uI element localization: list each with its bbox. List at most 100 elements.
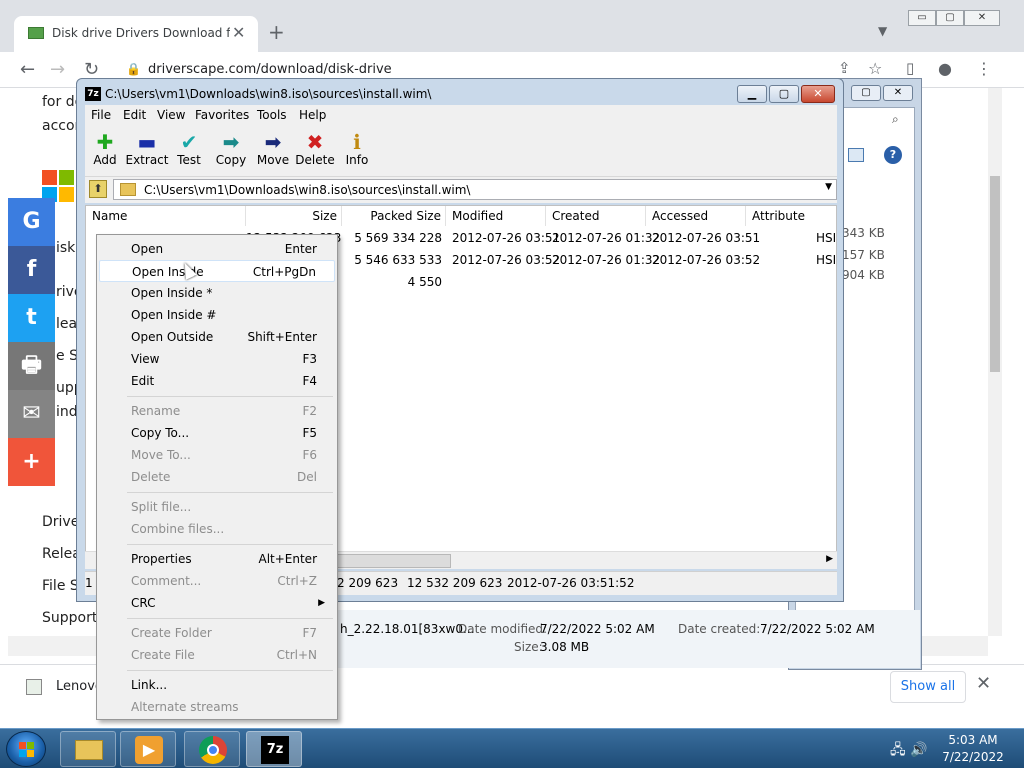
facebook-share-button[interactable]: f bbox=[8, 246, 55, 294]
column-header-name[interactable]: Name bbox=[86, 206, 246, 226]
status-size: 2 209 623 bbox=[337, 576, 399, 590]
share-icon[interactable]: ⇪ bbox=[838, 59, 851, 77]
taskbar-media-player[interactable]: ▶ bbox=[120, 731, 176, 767]
menu-separator bbox=[127, 544, 333, 545]
explorer-maximize-button[interactable]: ▢ bbox=[851, 85, 881, 101]
show-all-downloads-button[interactable]: Show all bbox=[890, 671, 966, 703]
menu-item-rename[interactable]: Rename F2 bbox=[99, 400, 335, 422]
bookmark-star-icon[interactable]: ☆ bbox=[868, 59, 882, 78]
tool-info-button[interactable]: ℹ Info bbox=[335, 131, 379, 167]
column-header-packed-size[interactable]: Packed Size bbox=[342, 206, 446, 226]
column-header-attribute[interactable]: Attribute bbox=[746, 206, 836, 226]
more-share-button[interactable]: + bbox=[8, 438, 55, 486]
menu-view[interactable]: View bbox=[157, 108, 185, 122]
google-share-button[interactable]: G bbox=[8, 198, 55, 246]
move-icon: ➡ bbox=[264, 130, 282, 154]
menu-item-properties[interactable]: Properties Alt+Enter bbox=[99, 548, 335, 570]
side-panel-icon[interactable]: ▯ bbox=[906, 59, 914, 77]
menu-item-view[interactable]: View F3 bbox=[99, 348, 335, 370]
address-bar-url[interactable]: driverscape.com/download/disk-drive bbox=[148, 62, 392, 77]
menu-item-crc[interactable]: CRC ▶ bbox=[99, 592, 335, 614]
close-button[interactable]: ✕ bbox=[801, 85, 835, 103]
new-tab-button[interactable]: + bbox=[268, 20, 285, 44]
column-header-size[interactable]: Size bbox=[246, 206, 342, 226]
maximize-button[interactable]: ▢ bbox=[769, 85, 799, 103]
clock-date[interactable]: 7/22/2022 bbox=[942, 750, 1004, 764]
minimize-button[interactable]: ▁ bbox=[737, 85, 767, 103]
menu-item-open-inside[interactable]: Open Inside * bbox=[99, 282, 335, 304]
column-header-modified[interactable]: Modified bbox=[446, 206, 546, 226]
menu-item-link[interactable]: Link... bbox=[99, 674, 335, 696]
tab-close-icon[interactable]: ✕ bbox=[232, 23, 245, 42]
browser-tab[interactable]: Disk drive Drivers Download for ✕ bbox=[14, 16, 258, 52]
menu-item-combine-files[interactable]: Combine files... bbox=[99, 518, 335, 540]
menu-item-open-inside[interactable]: Open Inside # bbox=[99, 304, 335, 326]
tool-add-button[interactable]: ✚ Add bbox=[83, 131, 127, 167]
help-icon[interactable]: ? bbox=[884, 146, 902, 164]
taskbar-chrome[interactable] bbox=[184, 731, 240, 767]
folder-icon bbox=[75, 740, 103, 760]
page-scroll-thumb[interactable] bbox=[990, 176, 1000, 372]
menu-item-create-folder[interactable]: Create Folder F7 bbox=[99, 622, 335, 644]
page-vertical-scrollbar[interactable] bbox=[988, 88, 1002, 636]
search-icon[interactable]: ⌕ bbox=[892, 112, 899, 127]
tray-network-volume-icons[interactable]: 🖧 🔊 bbox=[890, 739, 928, 763]
back-arrow-icon[interactable]: ← bbox=[20, 59, 35, 80]
menu-item-label: Edit bbox=[131, 374, 155, 388]
menu-edit[interactable]: Edit bbox=[123, 108, 146, 122]
menu-item-open-inside[interactable]: Open Inside Ctrl+PgDn bbox=[99, 260, 335, 282]
print-share-button[interactable]: 🖶 bbox=[8, 342, 55, 390]
twitter-share-button[interactable]: t bbox=[8, 294, 55, 342]
menu-tools[interactable]: Tools bbox=[257, 108, 287, 122]
tool-extract-button[interactable]: ▬ Extract bbox=[125, 131, 169, 167]
tool-label: Info bbox=[345, 153, 369, 167]
tool-test-button[interactable]: ✔ Test bbox=[167, 131, 211, 167]
tool-move-button[interactable]: ➡ Move bbox=[251, 131, 295, 167]
taskbar-file-explorer[interactable] bbox=[60, 731, 116, 767]
start-button[interactable] bbox=[6, 731, 46, 767]
menu-file[interactable]: File bbox=[91, 108, 111, 122]
column-header-accessed[interactable]: Accessed bbox=[646, 206, 746, 226]
taskbar-7zip[interactable]: 7z bbox=[246, 731, 302, 767]
menu-item-copy-to[interactable]: Copy To... F5 bbox=[99, 422, 335, 444]
preview-pane-icon[interactable] bbox=[848, 148, 864, 162]
column-header-created[interactable]: Created bbox=[546, 206, 646, 226]
up-folder-icon[interactable]: ⬆ bbox=[89, 180, 107, 198]
menu-item-comment[interactable]: Comment... Ctrl+Z bbox=[99, 570, 335, 592]
menu-item-delete[interactable]: Delete Del bbox=[99, 466, 335, 488]
menu-item-move-to[interactable]: Move To... F6 bbox=[99, 444, 335, 466]
explorer-close-button[interactable]: ✕ bbox=[883, 85, 913, 101]
tool-copy-button[interactable]: ➡ Copy bbox=[209, 131, 253, 167]
address-input[interactable]: C:\Users\vm1\Downloads\win8.iso\sources\… bbox=[113, 179, 837, 200]
cell-accessed: 2012-07-26 03:51 bbox=[652, 231, 761, 245]
address-dropdown-icon[interactable]: ▼ bbox=[825, 182, 832, 192]
clock-time[interactable]: 5:03 AM bbox=[948, 733, 998, 747]
menu-kebab-icon[interactable]: ⋮ bbox=[976, 59, 992, 78]
menu-item-open-outside[interactable]: Open Outside Shift+Enter bbox=[99, 326, 335, 348]
selected-file-name: h_2.22.18.01[83xw0... bbox=[340, 622, 475, 636]
menu-item-label: View bbox=[131, 352, 160, 366]
menu-item-open[interactable]: Open Enter bbox=[99, 238, 335, 260]
reload-icon[interactable]: ↻ bbox=[84, 59, 99, 80]
menu-favorites[interactable]: Favorites bbox=[195, 108, 249, 122]
tab-search-chevron-icon[interactable]: ▼ bbox=[878, 24, 887, 38]
email-share-button[interactable]: ✉ bbox=[8, 390, 55, 438]
maximize-button[interactable]: ▢ bbox=[936, 10, 964, 26]
menu-item-split-file[interactable]: Split file... bbox=[99, 496, 335, 518]
page-text-line: accor bbox=[42, 118, 81, 134]
extract-icon: ▬ bbox=[137, 130, 157, 154]
profile-avatar-icon[interactable]: ● bbox=[938, 59, 952, 78]
menu-item-create-file[interactable]: Create File Ctrl+N bbox=[99, 644, 335, 666]
close-window-button[interactable]: ✕ bbox=[964, 10, 1000, 26]
minimize-button[interactable]: ▭ bbox=[908, 10, 936, 26]
menu-help[interactable]: Help bbox=[299, 108, 326, 122]
scroll-right-arrow-icon[interactable]: ▶ bbox=[826, 554, 833, 564]
menu-item-edit[interactable]: Edit F4 bbox=[99, 370, 335, 392]
close-download-bar-icon[interactable]: ✕ bbox=[976, 673, 991, 694]
scroll-thumb[interactable] bbox=[335, 554, 451, 568]
lock-icon[interactable]: 🔒 bbox=[126, 62, 141, 76]
forward-arrow-icon[interactable]: → bbox=[50, 59, 65, 80]
tool-delete-button[interactable]: ✖ Delete bbox=[293, 131, 337, 167]
file-size-label: File S bbox=[42, 578, 79, 594]
menu-item-alternate-streams[interactable]: Alternate streams bbox=[99, 696, 335, 718]
